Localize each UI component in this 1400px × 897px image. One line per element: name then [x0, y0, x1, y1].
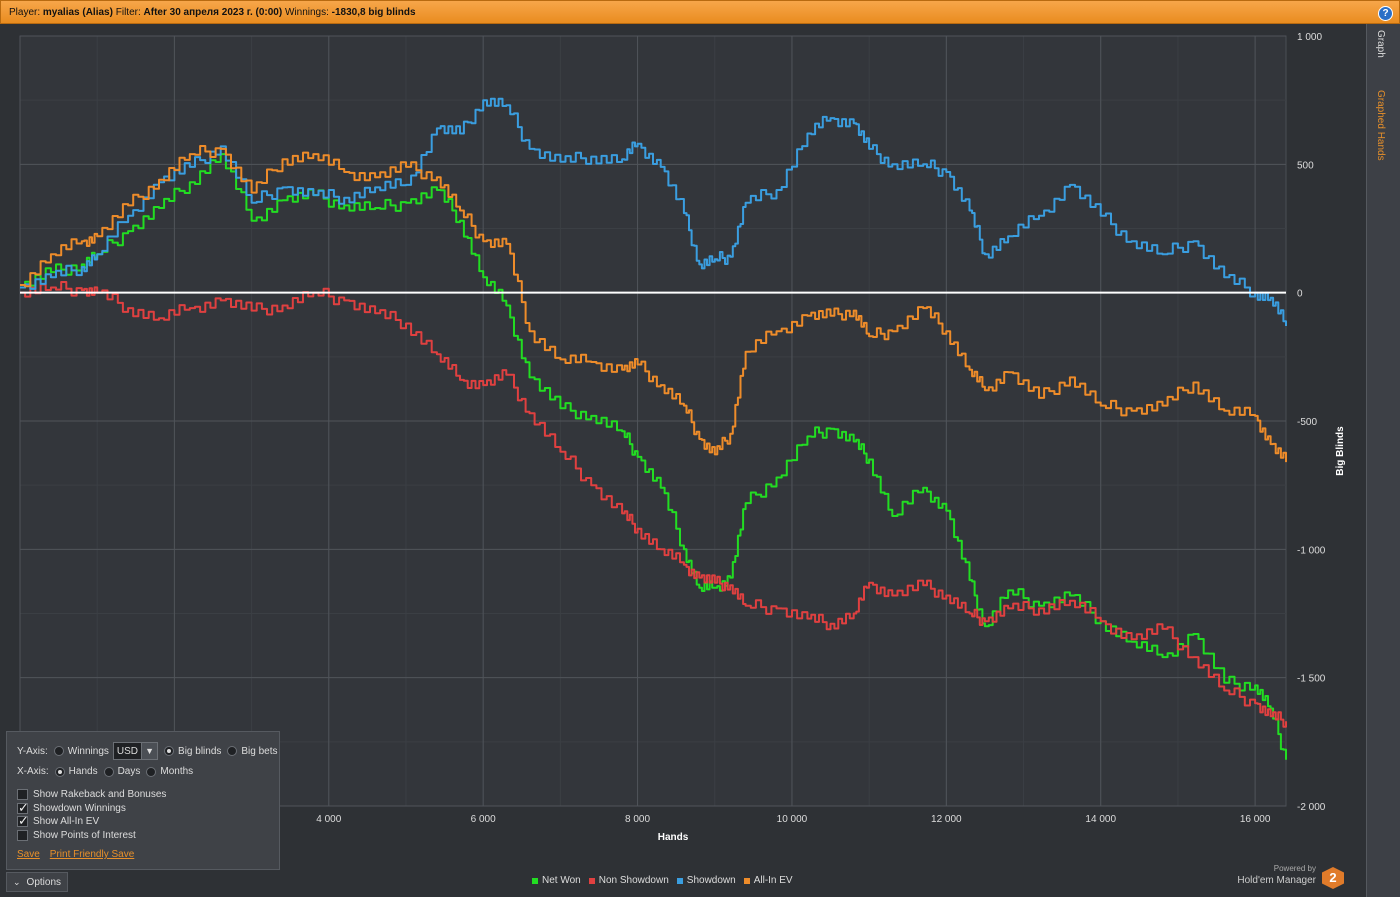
y-option-big-bets: Big bets — [241, 745, 278, 757]
x-tick-label: 12 000 — [931, 814, 962, 825]
legend-label-non-showdown: Non Showdown — [598, 875, 669, 886]
options-toggle-label: Options — [26, 876, 62, 888]
x-axis-row: X-Axis: Hands Days Months — [17, 766, 193, 777]
legend-label-showdown: Showdown — [686, 875, 736, 886]
y-axis-row: Y-Axis: Winnings USD ▼ Big blinds Big be… — [17, 742, 278, 760]
player-label: Player: — [9, 7, 41, 18]
legend-all-in-ev: All-In EV — [743, 875, 793, 886]
checkbox-allin-ev[interactable] — [17, 813, 29, 829]
print-friendly-save-link[interactable]: Print Friendly Save — [50, 849, 134, 860]
x-option-days: Days — [117, 766, 141, 777]
question-icon[interactable]: ? — [1378, 6, 1393, 21]
y-tick-label: 1 000 — [1297, 32, 1322, 43]
x-tick-label: 8 000 — [625, 814, 650, 825]
checkbox-rakeback-label: Show Rakeback and Bonuses — [33, 789, 167, 800]
hem2-logo-icon: 2 — [1322, 867, 1344, 889]
save-links: Save Print Friendly Save — [17, 849, 144, 860]
x-tick-label: 14 000 — [1085, 814, 1116, 825]
y-tick-label: -1 000 — [1297, 545, 1326, 556]
x-option-months: Months — [160, 766, 194, 777]
filter-summary: Player: myalias (Alias) Filter: After 30… — [9, 7, 416, 18]
y-option-big-blinds: Big blinds — [178, 745, 222, 757]
checkbox-points-of-interest[interactable] — [17, 830, 28, 841]
y-axis-label: Y-Axis: — [17, 745, 48, 757]
x-axis-label: X-Axis: — [17, 766, 49, 777]
product-name: Hold'em Manager — [1237, 875, 1316, 886]
options-panel: Y-Axis: Winnings USD ▼ Big blinds Big be… — [6, 731, 280, 870]
currency-value: USD — [116, 745, 139, 757]
checkbox-showdown-label: Showdown Winnings — [33, 803, 126, 814]
checkbox-showdown-row: Showdown Winnings — [17, 800, 126, 816]
winnings-label: Winnings: — [284, 7, 329, 18]
checkbox-allin-row: Show All-In EV — [17, 813, 100, 829]
checkbox-rakeback[interactable] — [17, 789, 28, 800]
x-axis-title: Hands — [658, 832, 689, 843]
radio-big-bets[interactable] — [227, 746, 238, 756]
x-tick-label: 6 000 — [471, 814, 496, 825]
tab-graph[interactable]: Graph — [1375, 30, 1386, 58]
legend-swatch-all-in-ev — [743, 877, 750, 884]
x-option-hands: Hands — [68, 766, 98, 777]
checkbox-poi-label: Show Points of Interest — [33, 830, 136, 841]
legend-swatch-net-won — [532, 877, 538, 884]
checkbox-rakeback-row: Show Rakeback and Bonuses — [17, 789, 166, 800]
legend-non-showdown: Non Showdown — [588, 875, 669, 886]
y-tick-label: -1 500 — [1297, 674, 1326, 685]
legend-label-all-in-ev: All-In EV — [753, 875, 793, 886]
side-tabs: Graph Graphed Hands — [1366, 24, 1400, 897]
checkbox-poi-row: Show Points of Interest — [17, 830, 136, 841]
save-link[interactable]: Save — [17, 849, 40, 860]
legend-showdown: Showdown — [676, 875, 736, 886]
y-option-winnings: Winnings — [67, 745, 109, 757]
x-tick-label: 4 000 — [316, 814, 341, 825]
y-tick-label: 500 — [1297, 160, 1314, 171]
player-value: myalias (Alias) — [42, 7, 113, 18]
legend-label-net-won: Net Won — [542, 875, 581, 886]
radio-winnings[interactable] — [53, 746, 64, 756]
winnings-value: -1830,8 big blinds — [331, 7, 416, 18]
legend-net-won: Net Won — [532, 875, 581, 886]
chart-legend: Net Won Non Showdown Showdown All-In EV — [532, 875, 793, 886]
checkbox-allin-label: Show All-In EV — [33, 816, 100, 827]
y-tick-label: 0 — [1297, 289, 1303, 300]
radio-days[interactable] — [103, 766, 114, 777]
filter-bar: Player: myalias (Alias) Filter: After 30… — [0, 0, 1400, 24]
x-tick-label: 16 000 — [1240, 814, 1271, 825]
options-toggle[interactable]: ⌄ Options — [6, 872, 68, 892]
chevron-down-icon: ⌄ — [13, 876, 21, 887]
legend-swatch-non-showdown — [588, 877, 595, 884]
filter-value: After 30 апреля 2023 г. (0:00) — [143, 7, 283, 18]
y-axis-title: Big Blinds — [1335, 426, 1346, 476]
powered-by-text: Powered by — [1273, 864, 1316, 873]
radio-big-blinds[interactable] — [164, 746, 175, 756]
currency-select[interactable]: USD ▼ — [112, 742, 159, 760]
y-tick-label: -2 000 — [1297, 802, 1326, 813]
x-tick-label: 10 000 — [777, 814, 808, 825]
chevron-down-icon[interactable]: ▼ — [141, 743, 158, 759]
legend-swatch-showdown — [676, 877, 683, 884]
filter-label: Filter: — [115, 7, 141, 18]
branding: Powered by Hold'em Manager 2 — [1236, 864, 1346, 892]
radio-months[interactable] — [146, 766, 157, 777]
tab-graphed-hands[interactable]: Graphed Hands — [1375, 90, 1386, 161]
radio-hands[interactable] — [54, 766, 65, 777]
y-tick-label: -500 — [1297, 417, 1317, 428]
